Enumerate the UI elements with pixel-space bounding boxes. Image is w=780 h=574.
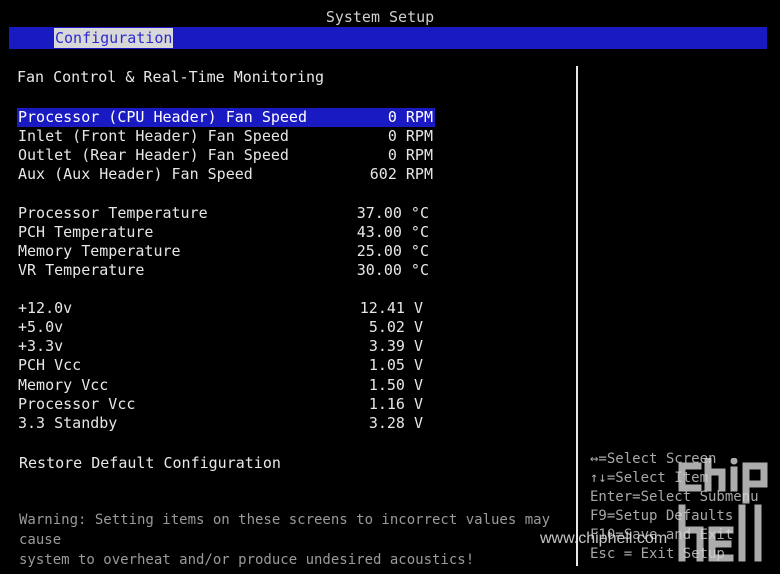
temp-value: 25.00 °C xyxy=(356,242,429,260)
temp-value: 30.00 °C xyxy=(356,261,429,279)
watermark-site: www.chiphell.com xyxy=(540,530,668,547)
fan-label: Aux (Aux Header) Fan Speed xyxy=(18,165,253,183)
volt-row-3v3-standby[interactable]: 3.3 Standby 3.28 V xyxy=(17,414,425,433)
volt-row-processor-vcc[interactable]: Processor Vcc 1.16 V xyxy=(17,395,425,414)
fan-value: 602 RPM xyxy=(369,165,433,183)
section-title: Fan Control & Real-Time Monitoring xyxy=(17,68,325,86)
fan-value: 0 RPM xyxy=(387,146,433,164)
volt-value: 1.50 V xyxy=(368,376,423,394)
volt-label: +5.0v xyxy=(18,318,64,336)
volt-value: 12.41 V xyxy=(359,299,423,317)
volt-row-memory-vcc[interactable]: Memory Vcc 1.50 V xyxy=(17,376,425,395)
fan-value: 0 RPM xyxy=(387,108,433,126)
volt-row-5v[interactable]: +5.0v 5.02 V xyxy=(17,318,425,337)
menu-bar: Configuration xyxy=(9,27,767,49)
temp-label: PCH Temperature xyxy=(18,223,154,241)
chiphell-logo xyxy=(678,458,768,562)
fan-row-aux[interactable]: Aux (Aux Header) Fan Speed 602 RPM xyxy=(17,165,435,184)
volt-value: 1.05 V xyxy=(368,356,423,374)
window-title: System Setup xyxy=(325,8,435,26)
temp-label: Processor Temperature xyxy=(18,204,208,222)
warning-text: Warning: Setting items on these screens … xyxy=(19,512,551,568)
temp-value: 37.00 °C xyxy=(356,204,429,222)
panel-divider xyxy=(576,66,578,566)
volt-value: 5.02 V xyxy=(368,318,423,336)
volt-label: +12.0v xyxy=(18,299,73,317)
volt-label: +3.3v xyxy=(18,337,64,355)
volt-value: 1.16 V xyxy=(368,395,423,413)
fan-row-inlet[interactable]: Inlet (Front Header) Fan Speed 0 RPM xyxy=(17,127,435,146)
fan-label: Inlet (Front Header) Fan Speed xyxy=(18,127,289,145)
volt-value: 3.28 V xyxy=(368,414,423,432)
temp-label: Memory Temperature xyxy=(18,242,181,260)
temp-row-vr[interactable]: VR Temperature 30.00 °C xyxy=(17,261,431,280)
volt-label: Processor Vcc xyxy=(18,395,136,413)
temp-row-pch[interactable]: PCH Temperature 43.00 °C xyxy=(17,223,431,242)
fan-row-processor[interactable]: Processor (CPU Header) Fan Speed 0 RPM xyxy=(17,108,435,127)
volt-value: 3.39 V xyxy=(368,337,423,355)
volt-row-12v[interactable]: +12.0v 12.41 V xyxy=(17,299,425,318)
tab-configuration[interactable]: Configuration xyxy=(54,28,174,48)
volt-label: PCH Vcc xyxy=(18,356,82,374)
temp-row-processor[interactable]: Processor Temperature 37.00 °C xyxy=(17,204,431,223)
fan-value: 0 RPM xyxy=(387,127,433,145)
temp-value: 43.00 °C xyxy=(356,223,429,241)
fan-row-outlet[interactable]: Outlet (Rear Header) Fan Speed 0 RPM xyxy=(17,146,435,165)
volt-label: Memory Vcc xyxy=(18,376,109,394)
volt-label: 3.3 Standby xyxy=(18,414,118,432)
temp-row-memory[interactable]: Memory Temperature 25.00 °C xyxy=(17,242,431,261)
restore-default-button[interactable]: Restore Default Configuration xyxy=(19,454,281,472)
volt-row-pch-vcc[interactable]: PCH Vcc 1.05 V xyxy=(17,356,425,375)
fan-label: Processor (CPU Header) Fan Speed xyxy=(18,108,307,126)
fan-label: Outlet (Rear Header) Fan Speed xyxy=(18,146,289,164)
temp-label: VR Temperature xyxy=(18,261,145,279)
volt-row-3v3[interactable]: +3.3v 3.39 V xyxy=(17,337,425,356)
